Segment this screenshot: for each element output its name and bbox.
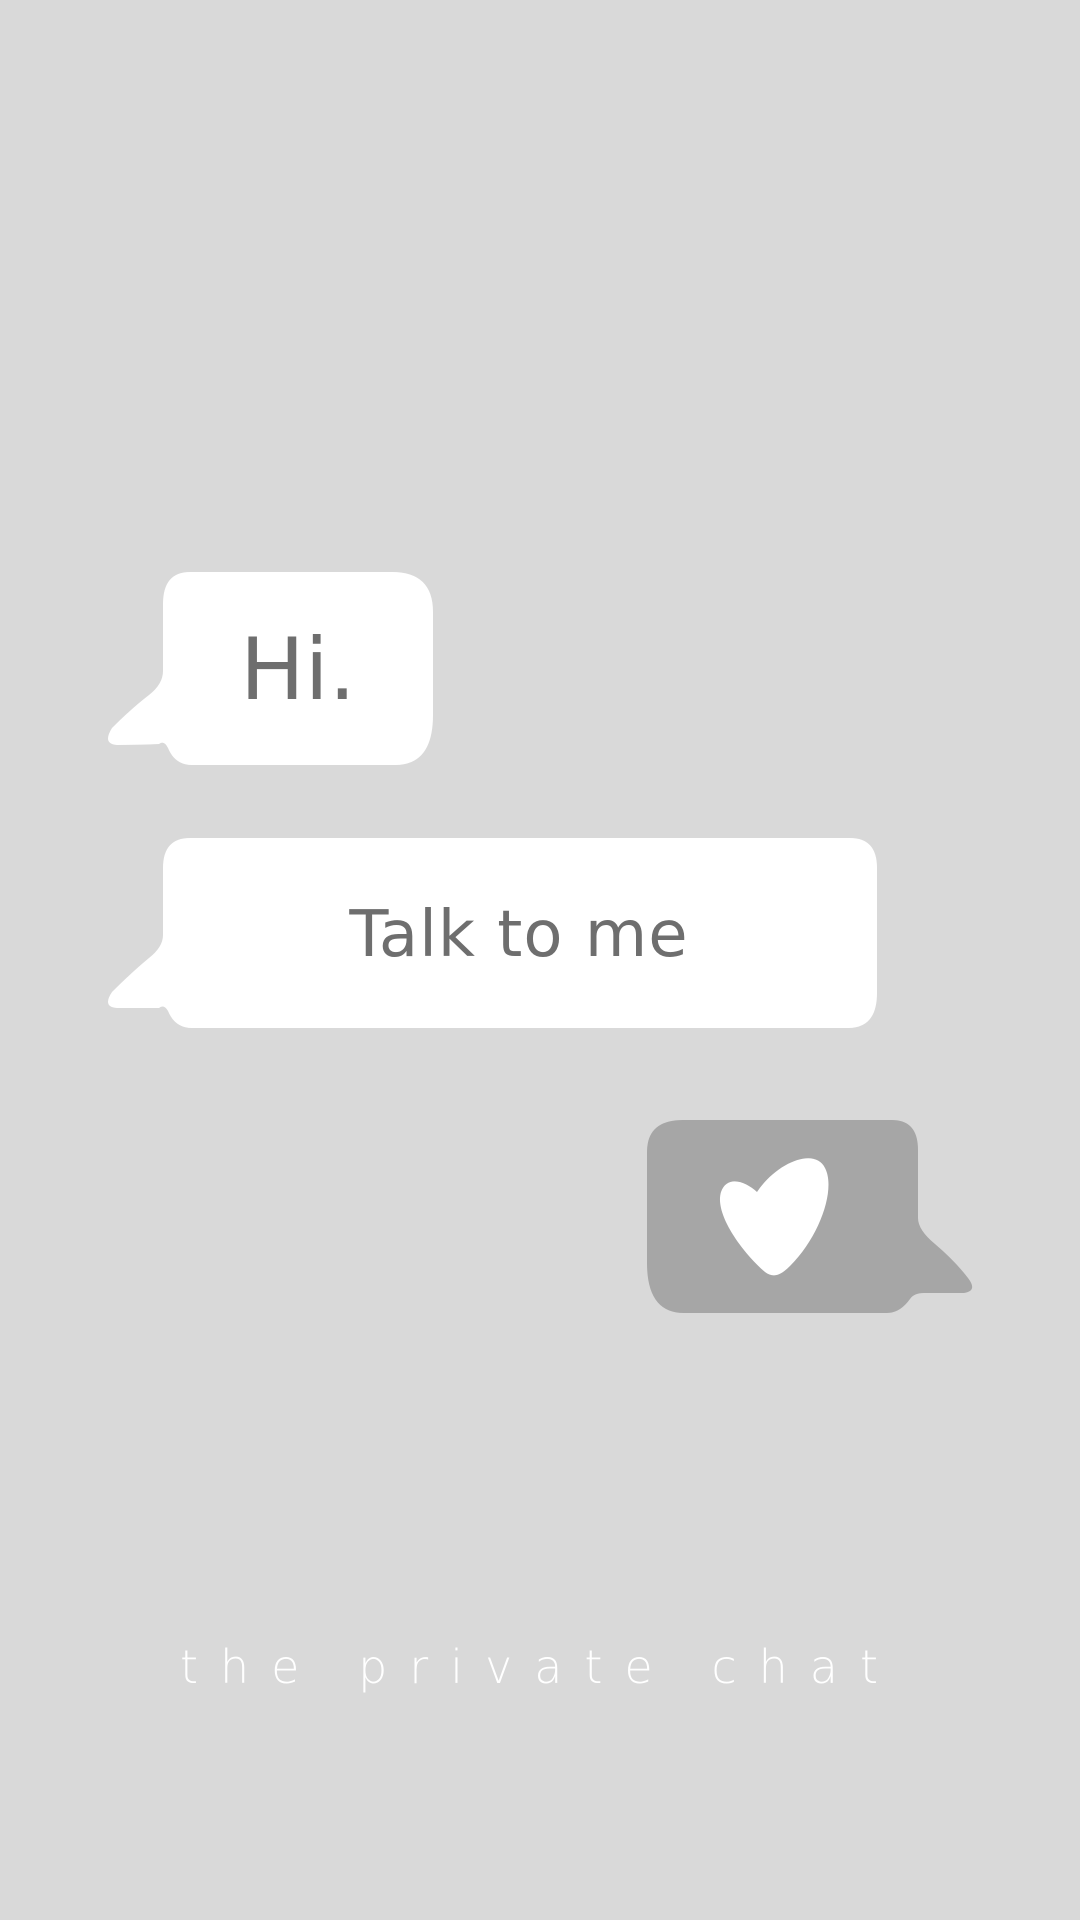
footer-caption: the private chat [179, 1640, 901, 1694]
message-text-hi: Hi. [240, 620, 356, 720]
message-text-talk: Talk to me [349, 898, 689, 972]
message-bubble-heart [647, 1120, 973, 1313]
chat-screen: Hi. Talk to me the private chat [0, 0, 1080, 1920]
